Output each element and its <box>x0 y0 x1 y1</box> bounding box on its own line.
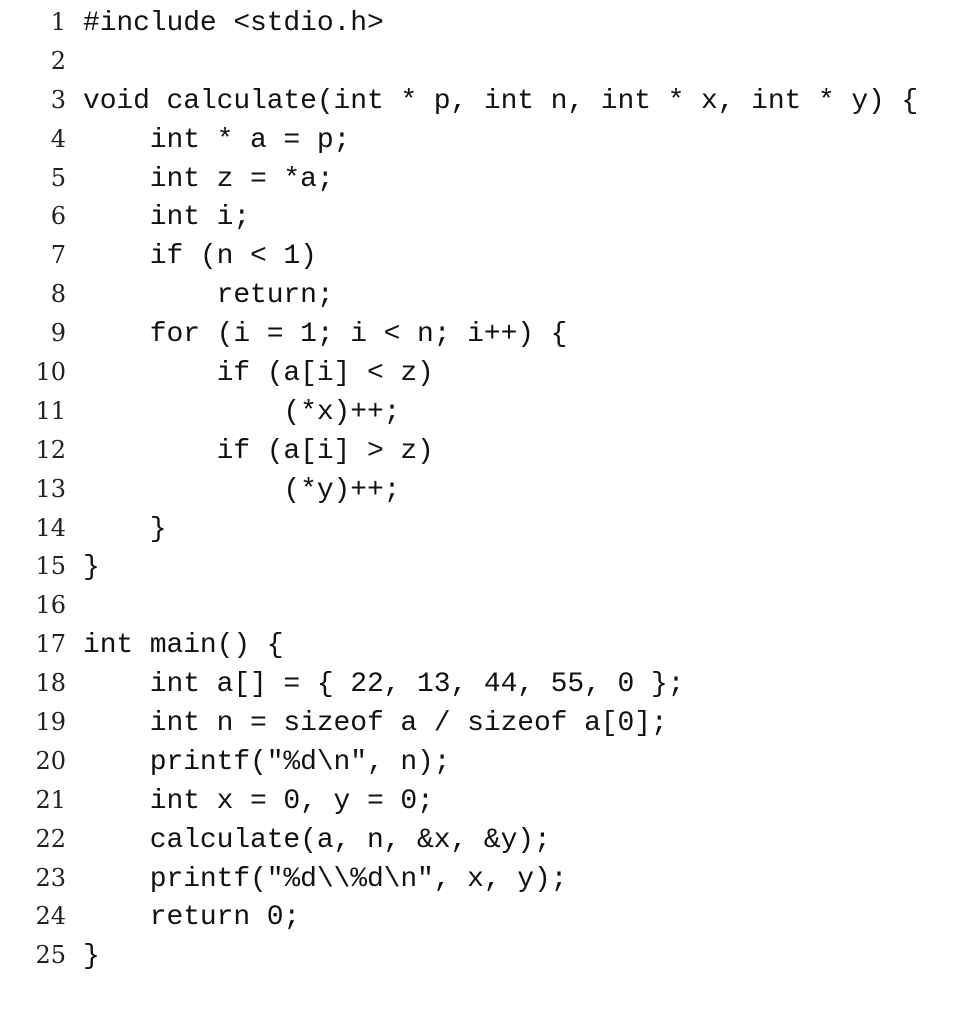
line-number: 10 <box>35 358 66 387</box>
line-number: 15 <box>35 552 66 581</box>
code-text: calculate(a, n, &x, &y); <box>83 824 551 856</box>
line-number: 23 <box>35 863 66 892</box>
line-number: 20 <box>35 746 66 775</box>
code-line: 21 int x = 0, y = 0; <box>0 781 957 820</box>
code-text: return; <box>83 280 334 312</box>
code-line: 10 if (a[i] < z) <box>0 353 957 392</box>
code-line: 2 <box>0 42 957 81</box>
line-number: 17 <box>35 630 66 659</box>
code-line: 15} <box>0 547 957 586</box>
line-number: 11 <box>35 396 66 425</box>
code-line: 18 int a[] = { 22, 13, 44, 55, 0 }; <box>0 664 957 703</box>
code-text: if (a[i] > z) <box>83 435 434 467</box>
line-number: 24 <box>35 902 66 931</box>
code-line: 12 if (a[i] > z) <box>0 431 957 470</box>
line-number: 19 <box>35 708 66 737</box>
code-text: int i; <box>83 202 251 234</box>
code-text: } <box>83 941 100 973</box>
code-text: (*y)++; <box>83 474 401 506</box>
code-line: 6 int i; <box>0 197 957 236</box>
line-number: 16 <box>35 591 66 620</box>
code-line: 25} <box>0 936 957 975</box>
code-text: printf("%d\n", n); <box>83 746 451 778</box>
code-listing: 1 #include <stdio.h> 2 3 void calculate(in… <box>0 3 957 975</box>
code-text: int a[] = { 22, 13, 44, 55, 0 }; <box>83 669 685 701</box>
line-number: 12 <box>35 435 66 464</box>
code-line: 1 #include <stdio.h> <box>0 3 957 42</box>
code-line: 23 printf("%d\\%d\n", x, y); <box>0 859 957 898</box>
line-number: 22 <box>35 824 66 853</box>
line-number: 6 <box>50 202 66 231</box>
code-line: 17 int main() { <box>0 625 957 664</box>
code-text: } <box>83 552 100 584</box>
line-number: 9 <box>50 319 66 348</box>
line-number: 14 <box>35 513 66 542</box>
code-text: int main() { <box>83 630 284 662</box>
code-line: 22 calculate(a, n, &x, &y); <box>0 820 957 859</box>
code-line: 11 (*x)++; <box>0 392 957 431</box>
code-line: 19 int n = sizeof a / sizeof a[0]; <box>0 703 957 742</box>
code-line: 3 void calculate(int * p, int n, int * x,… <box>0 81 957 120</box>
code-line: 8 return; <box>0 275 957 314</box>
code-text: if (a[i] < z) <box>83 358 434 390</box>
line-number: 25 <box>35 941 66 970</box>
code-text: (*x)++; <box>83 396 401 428</box>
code-text: int x = 0, y = 0; <box>83 785 434 817</box>
code-text: return 0; <box>83 902 301 934</box>
line-number: 1 <box>50 8 66 36</box>
code-line: 24 return 0; <box>0 897 957 936</box>
code-text: printf("%d\\%d\n", x, y); <box>83 863 568 895</box>
code-text: } <box>83 513 167 545</box>
code-text: int z = *a; <box>83 163 334 195</box>
line-number: 7 <box>50 241 66 270</box>
line-number: 2 <box>50 46 66 75</box>
code-line: 13 (*y)++; <box>0 470 957 509</box>
line-number: 3 <box>50 85 66 114</box>
line-number: 8 <box>50 280 66 309</box>
code-text: #include <stdio.h> <box>83 8 384 39</box>
code-line: 7 if (n < 1) <box>0 236 957 275</box>
line-number: 18 <box>35 669 66 698</box>
line-number: 5 <box>50 163 66 192</box>
code-text: int n = sizeof a / sizeof a[0]; <box>83 708 668 740</box>
code-line: 16 <box>0 586 957 625</box>
code-text: int * a = p; <box>83 124 351 156</box>
code-text: if (n < 1) <box>83 241 317 273</box>
code-line: 4 int * a = p; <box>0 120 957 159</box>
code-line: 9 for (i = 1; i < n; i++) { <box>0 314 957 353</box>
code-line: 5 int z = *a; <box>0 159 957 198</box>
code-text: void calculate(int * p, int n, int * x, … <box>83 85 919 117</box>
code-line: 20 printf("%d\n", n); <box>0 742 957 781</box>
line-number: 21 <box>35 785 66 814</box>
line-number: 13 <box>35 474 66 503</box>
code-text: for (i = 1; i < n; i++) { <box>83 319 568 351</box>
code-line: 14 } <box>0 509 957 548</box>
line-number: 4 <box>50 124 66 153</box>
